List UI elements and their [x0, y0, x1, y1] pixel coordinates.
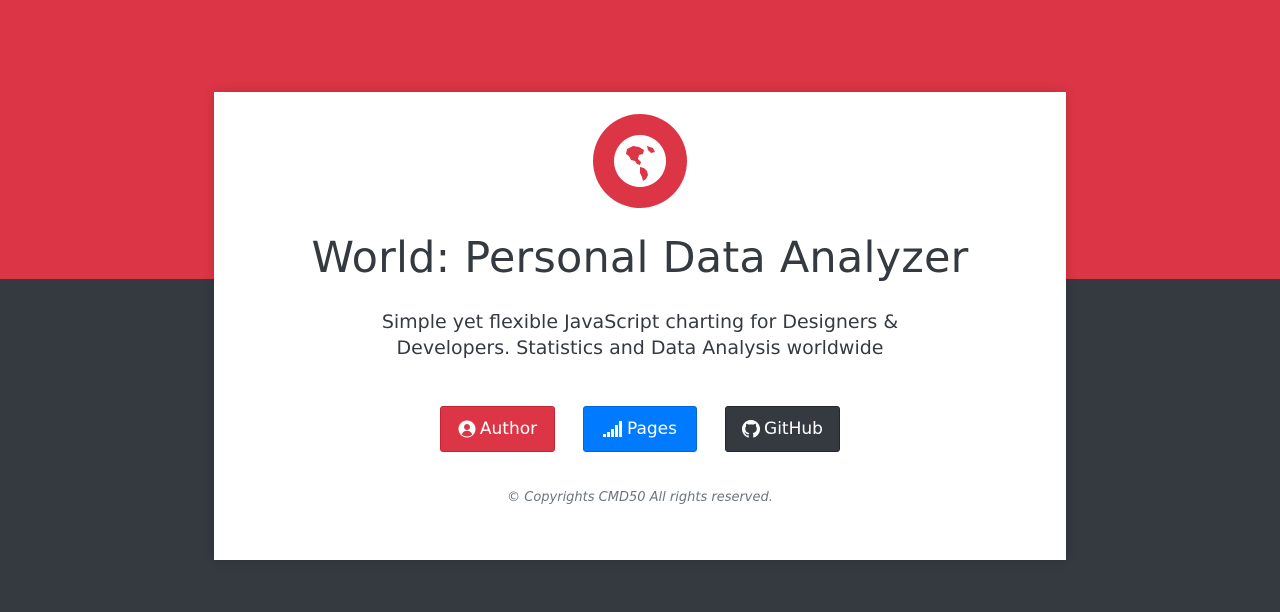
copyright-text: © Copyrights CMD50 All rights reserved.	[507, 490, 773, 505]
github-button[interactable]: GitHub	[725, 406, 840, 452]
logo	[593, 114, 687, 208]
pages-button[interactable]: Pages	[583, 406, 697, 452]
page-subtitle: Simple yet flexible JavaScript charting …	[381, 311, 899, 359]
author-button-label: Author	[479, 419, 538, 439]
author-button[interactable]: Author	[440, 406, 555, 452]
pages-button-label: Pages	[626, 419, 677, 439]
github-icon	[742, 420, 761, 438]
signal-bars-icon	[602, 421, 622, 437]
button-row: Author Pages GitHub	[440, 406, 840, 452]
page-title: World: Personal Data Analyzer	[311, 233, 969, 283]
user-circle-icon	[458, 420, 476, 438]
globe-americas-icon	[614, 135, 666, 187]
hero-card: World: Personal Data Analyzer Simple yet…	[214, 92, 1066, 560]
github-button-label: GitHub	[764, 419, 823, 439]
